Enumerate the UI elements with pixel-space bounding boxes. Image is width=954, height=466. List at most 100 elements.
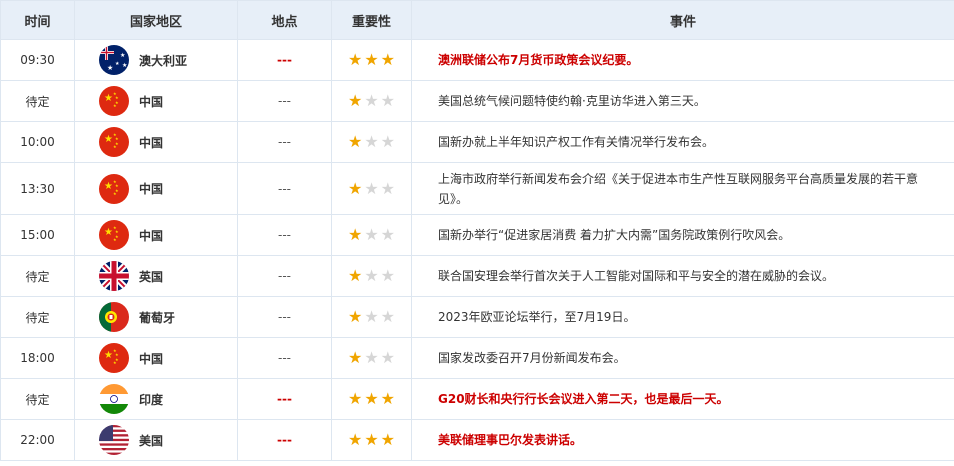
row-time: 10:00: [0, 121, 75, 163]
row-location: ---: [237, 214, 332, 256]
importance-star-icon: ★: [380, 50, 396, 69]
header-importance: 重要性: [331, 0, 412, 40]
importance-star-icon: ★: [364, 307, 379, 326]
row-location: ---: [237, 378, 332, 420]
importance-star-icon: ★: [364, 91, 379, 110]
row-country: ★ ★ ★ ★ 澳大利亚: [74, 39, 238, 81]
svg-text:★: ★: [113, 103, 117, 108]
row-country: ★ ★ ★ ★ ★ 中国: [74, 121, 238, 163]
importance-star-icon: ★: [364, 50, 379, 69]
row-importance: ★ ★ ★: [331, 337, 412, 379]
row-time: 09:30: [0, 39, 75, 81]
importance-star-icon: ★: [347, 389, 363, 408]
svg-text:★: ★: [107, 64, 113, 72]
importance-star-icon: ★: [347, 430, 363, 449]
row-importance: ★ ★ ★: [331, 121, 412, 163]
importance-star-icon: ★: [364, 430, 379, 449]
importance-stars: ★ ★ ★: [348, 227, 395, 243]
table-row: 18:00 ★ ★ ★ ★ ★ 中国 --- ★ ★ ★ 国家发改委召开7月份新闻发布会。: [0, 337, 954, 379]
row-country: ★ ★ ★ ★ ★ 中国: [74, 337, 238, 379]
svg-text:★: ★: [115, 61, 120, 67]
row-importance: ★ ★ ★: [331, 214, 412, 256]
importance-star-icon: ★: [364, 266, 379, 285]
importance-stars: ★ ★ ★: [348, 432, 395, 448]
svg-text:★: ★: [113, 360, 117, 365]
india-flag-icon: [99, 384, 129, 414]
australia-flag-icon: ★ ★ ★ ★: [99, 45, 129, 75]
importance-star-icon: ★: [364, 132, 379, 151]
importance-star-icon: ★: [380, 132, 396, 151]
importance-star-icon: ★: [347, 132, 363, 151]
uk-flag-icon: [99, 261, 129, 291]
table-row: 10:00 ★ ★ ★ ★ ★ 中国 --- ★ ★ ★ 国新办就上半年知识产权工作有关情况举行发布会…: [0, 121, 954, 163]
importance-star-icon: ★: [380, 389, 396, 408]
row-country: 美国: [74, 419, 238, 461]
row-country: 葡萄牙: [74, 296, 238, 338]
svg-text:★: ★: [113, 237, 117, 242]
importance-stars: ★ ★ ★: [348, 350, 395, 366]
importance-star-icon: ★: [347, 225, 363, 244]
china-flag-icon: ★ ★ ★ ★ ★: [99, 343, 129, 373]
row-country-name: 中国: [139, 228, 164, 243]
importance-stars: ★ ★ ★: [348, 309, 395, 325]
importance-star-icon: ★: [380, 178, 396, 198]
importance-star-icon: ★: [364, 178, 379, 198]
row-event: 2023年欧亚论坛举行，至7月19日。: [411, 296, 954, 338]
table-row: 待定 英国 --- ★ ★ ★ 联合国安理会举行首次关于人工智能对国际和平与安全的潜在威胁的…: [0, 255, 954, 297]
importance-star-icon: ★: [347, 178, 363, 198]
row-time: 18:00: [0, 337, 75, 379]
row-country: ★ ★ ★ ★ ★ 中国: [74, 80, 238, 122]
table-row: 22:00 美国 --- ★ ★ ★ 美联储理事巴尔发表讲话。: [0, 419, 954, 461]
row-event: 澳洲联储公布7月货币政策会议纪要。: [411, 39, 954, 81]
china-flag-icon: ★ ★ ★ ★ ★: [99, 127, 129, 157]
china-flag-icon: ★ ★ ★ ★ ★: [99, 220, 129, 250]
svg-text:★: ★: [120, 52, 125, 59]
row-importance: ★ ★ ★: [331, 419, 412, 461]
svg-text:★: ★: [104, 350, 113, 361]
importance-star-icon: ★: [380, 266, 396, 285]
row-time: 13:30: [0, 162, 75, 215]
importance-star-icon: ★: [364, 225, 379, 244]
row-time: 待定: [0, 296, 75, 338]
importance-star-icon: ★: [347, 50, 363, 69]
row-event: 联合国安理会举行首次关于人工智能对国际和平与安全的潜在威胁的会议。: [411, 255, 954, 297]
row-country-name: 澳大利亚: [139, 53, 188, 68]
row-event: 国新办就上半年知识产权工作有关情况举行发布会。: [411, 121, 954, 163]
header-location: 地点: [237, 0, 332, 40]
importance-stars: ★ ★ ★: [348, 93, 395, 109]
importance-star-icon: ★: [364, 348, 379, 367]
header-event: 事件: [411, 0, 954, 40]
row-event: 上海市政府举行新闻发布会介绍《关于促进本市生产性互联网服务平台高质量发展的若干意…: [411, 162, 954, 215]
row-country-name: 中国: [139, 135, 164, 150]
row-country-name: 葡萄牙: [139, 310, 176, 325]
row-importance: ★ ★ ★: [331, 378, 412, 420]
row-country: 英国: [74, 255, 238, 297]
importance-star-icon: ★: [347, 91, 363, 110]
row-country-name: 中国: [139, 351, 164, 366]
table-row: 15:00 ★ ★ ★ ★ ★ 中国 --- ★ ★ ★ 国新办举行“促进家居消费 着力扩大内需”国务…: [0, 214, 954, 256]
row-country: ★ ★ ★ ★ ★ 中国: [74, 162, 238, 215]
importance-stars: ★ ★ ★: [348, 134, 395, 150]
svg-text:★: ★: [104, 93, 113, 104]
importance-star-icon: ★: [380, 430, 396, 449]
portugal-flag-icon: [99, 302, 129, 332]
row-time: 待定: [0, 80, 75, 122]
row-importance: ★ ★ ★: [331, 80, 412, 122]
importance-star-icon: ★: [347, 348, 363, 367]
svg-text:★: ★: [122, 62, 127, 69]
row-event: 美联储理事巴尔发表讲话。: [411, 419, 954, 461]
china-flag-icon: ★ ★ ★ ★ ★: [99, 173, 129, 204]
row-country: 印度: [74, 378, 238, 420]
importance-star-icon: ★: [364, 389, 379, 408]
china-flag-icon: ★ ★ ★ ★ ★: [99, 86, 129, 116]
importance-star-icon: ★: [380, 348, 396, 367]
importance-star-icon: ★: [347, 307, 363, 326]
row-time: 22:00: [0, 419, 75, 461]
row-country-name: 中国: [139, 94, 164, 109]
importance-star-icon: ★: [347, 266, 363, 285]
row-time: 待定: [0, 378, 75, 420]
row-time: 待定: [0, 255, 75, 297]
row-country-name: 美国: [139, 433, 164, 448]
row-event: G20财长和央行行长会议进入第二天，也是最后一天。: [411, 378, 954, 420]
row-location: ---: [237, 296, 332, 338]
